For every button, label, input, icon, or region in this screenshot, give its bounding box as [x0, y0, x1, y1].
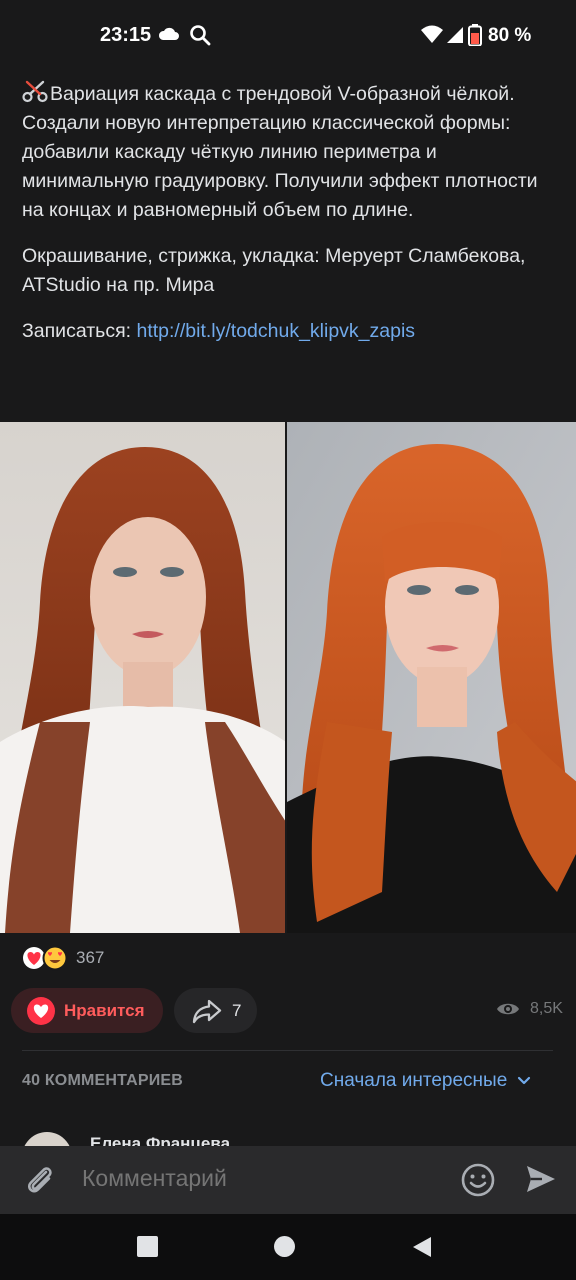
photo-before[interactable] [0, 422, 285, 933]
eye-icon [497, 1003, 519, 1015]
comments-sort-button[interactable]: Сначала интересные [320, 1070, 531, 1092]
back-button[interactable] [411, 1235, 433, 1259]
divider [22, 1050, 553, 1051]
post-text: Вариация каскада с трендовой V-образной … [22, 80, 552, 363]
wifi-icon [421, 25, 443, 43]
reaction-count: 367 [76, 948, 105, 967]
sort-label: Сначала интересные [320, 1070, 508, 1091]
post-title-paragraph: Вариация каскада с трендовой V-образной … [22, 80, 552, 225]
battery-icon [468, 24, 482, 46]
reaction-emojis-icon [23, 945, 68, 971]
comment-item[interactable]: Елена Францева [0, 1120, 576, 1146]
status-bar: 23:15 80 % [0, 0, 576, 72]
search-icon [190, 25, 211, 46]
status-time: 23:15 [100, 24, 152, 46]
photo-after[interactable] [285, 422, 576, 933]
share-button[interactable]: 7 [174, 988, 257, 1033]
post-signup: Записаться: http://bit.ly/todchuk_klipvk… [22, 317, 552, 346]
chevron-down-icon [518, 1076, 531, 1085]
battery-percent: 80 % [488, 25, 532, 46]
reactions-summary[interactable]: 367 [22, 945, 104, 971]
cloud-icon [158, 27, 179, 40]
system-nav-bar [0, 1214, 576, 1280]
views-count: 8,5K [530, 1000, 563, 1017]
before-photo-image [0, 422, 285, 933]
avatar[interactable] [22, 1132, 72, 1146]
signup-label: Записаться: [22, 320, 137, 342]
paperclip-icon[interactable] [22, 1162, 58, 1198]
comments-count-header: 40 КОММЕНТАРИЕВ [22, 1072, 184, 1089]
scissors-icon [22, 80, 48, 103]
comment-bar [0, 1146, 576, 1214]
emoji-icon[interactable] [460, 1162, 496, 1198]
post-photos[interactable] [0, 422, 576, 933]
share-count: 7 [232, 1000, 242, 1020]
comment-input[interactable] [80, 1164, 380, 1193]
signal-icon [447, 27, 463, 43]
share-icon [192, 999, 222, 1023]
post-title: Вариация каскада с трендовой V-образной … [50, 83, 515, 105]
home-button[interactable] [274, 1236, 295, 1257]
after-photo-image [287, 422, 576, 933]
recents-button[interactable] [137, 1236, 158, 1257]
signup-link[interactable]: http://bit.ly/todchuk_klipvk_zapis [136, 320, 415, 342]
like-label: Нравится [64, 1000, 145, 1020]
comment-author[interactable]: Елена Францева [90, 1134, 230, 1146]
post-description: Создали новую интерпретацию классической… [22, 112, 538, 221]
post-credits: Окрашивание, стрижка, укладка: Меруерт С… [22, 245, 526, 296]
views-counter: 8,5K [496, 1000, 563, 1018]
send-icon[interactable] [524, 1162, 558, 1196]
heart-icon [27, 996, 55, 1025]
like-button[interactable]: Нравится [11, 988, 163, 1033]
